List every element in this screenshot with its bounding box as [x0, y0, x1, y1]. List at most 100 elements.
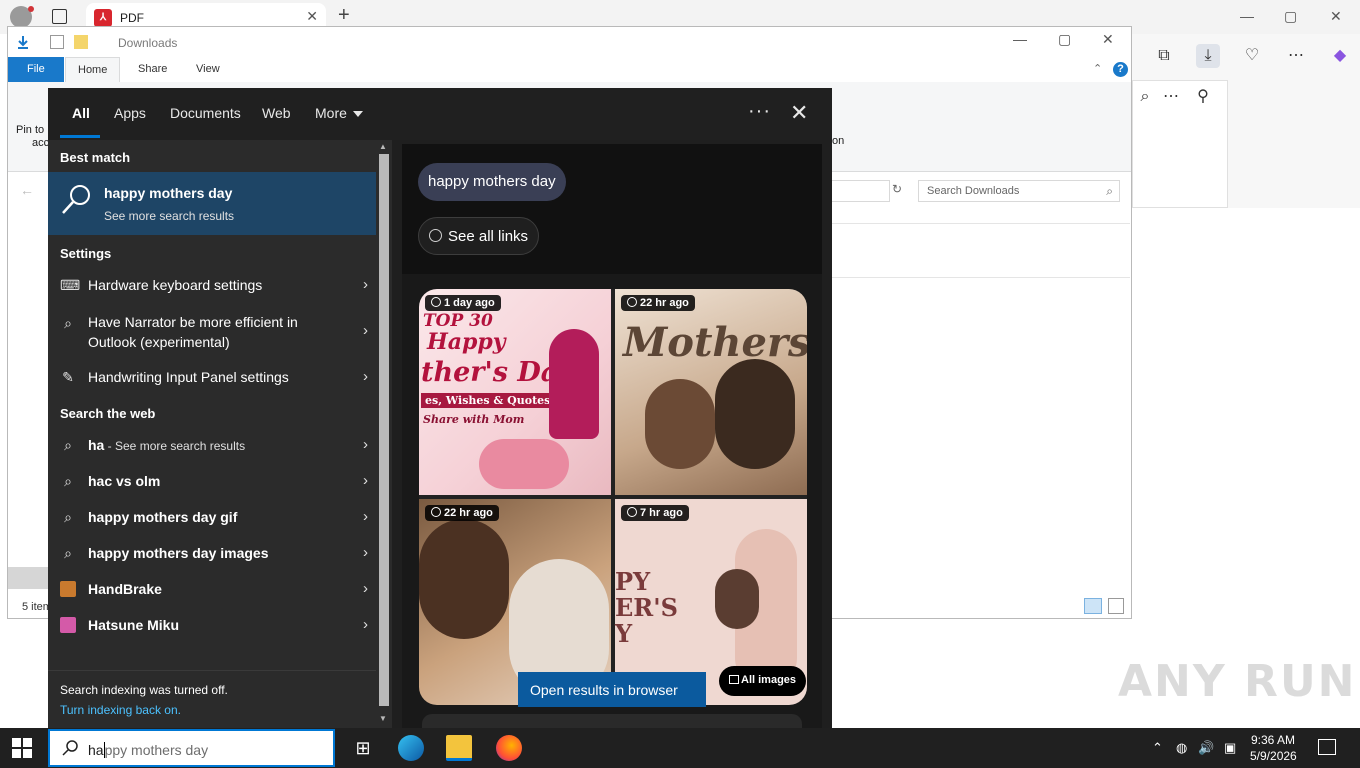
search-query: happy mothers day: [88, 742, 208, 758]
notification-center-icon[interactable]: [1318, 739, 1336, 755]
app-item-handbrake[interactable]: HandBrake ›: [48, 572, 376, 608]
ribbon-option-label: on: [832, 135, 845, 147]
edge-icon[interactable]: [398, 735, 424, 761]
scrollbar-thumb[interactable]: [379, 154, 389, 706]
time-badge: 22 hr ago: [621, 295, 695, 311]
minimize-button[interactable]: —: [1240, 8, 1254, 24]
flowers-shape: [479, 439, 569, 489]
search-icon[interactable]: ⌕: [1133, 85, 1157, 109]
pdf-icon: ⅄: [94, 9, 112, 27]
web-item-images[interactable]: ⌕ happy mothers day images ›: [48, 536, 376, 572]
ribbon-tab-share[interactable]: Share: [126, 57, 179, 82]
tab-more[interactable]: More: [315, 105, 363, 121]
pin-icon[interactable]: ⚲: [1191, 85, 1215, 109]
all-images-button[interactable]: All images: [719, 666, 807, 696]
indexing-notice: Search indexing was turned off. Turn ind…: [48, 670, 376, 728]
app-item-hatsune-miku[interactable]: Hatsune Miku ›: [48, 608, 376, 644]
time-badge-label: 7 hr ago: [640, 507, 683, 519]
close-button[interactable]: ✕: [1330, 8, 1342, 25]
image-text-line: Y: [615, 619, 633, 648]
horizontal-scrollbar[interactable]: [8, 567, 53, 589]
more-icon[interactable]: ⋯: [1159, 85, 1183, 109]
open-results-in-browser-button[interactable]: Open results in browser: [518, 672, 706, 707]
keyboard-icon: ⌨: [60, 277, 81, 293]
new-tab-button[interactable]: +: [338, 4, 350, 27]
tab-apps[interactable]: Apps: [114, 105, 146, 121]
web-item-hac-vs-olm[interactable]: ⌕ hac vs olm ›: [48, 464, 376, 500]
web-item-gif[interactable]: ⌕ happy mothers day gif ›: [48, 500, 376, 536]
tab-actions-icon[interactable]: [52, 9, 67, 24]
search-web-header: Search the web: [60, 406, 156, 421]
time-badge: 1 day ago: [425, 295, 501, 311]
network-icon[interactable]: ▣: [1224, 740, 1236, 756]
see-all-links-chip[interactable]: See all links: [418, 217, 540, 255]
properties-icon[interactable]: [50, 35, 64, 49]
image-results-grid: TOP 30 Happy ther's Day es, Wishes & Quo…: [419, 289, 807, 705]
new-folder-icon[interactable]: [74, 35, 88, 49]
taskbar-search-input[interactable]: happy mothers day: [48, 729, 335, 767]
task-view-icon[interactable]: ⊞: [350, 735, 376, 761]
web-item-label: ha - See more search results: [88, 437, 245, 453]
indexing-notice-text: Search indexing was turned off.: [60, 683, 228, 697]
start-button[interactable]: [12, 738, 32, 758]
close-search-button[interactable]: ✕: [790, 100, 808, 126]
clock-icon: [431, 507, 441, 517]
explorer-close[interactable]: ✕: [1102, 31, 1114, 48]
image-result[interactable]: Mothers 22 hr ago: [615, 289, 807, 495]
list-item-narrator[interactable]: ⌕ Have Narrator be more efficient in Out…: [48, 306, 376, 354]
best-match-item[interactable]: happy mothers day See more search result…: [48, 172, 376, 235]
query-chip[interactable]: happy mothers day: [418, 163, 566, 201]
tab-all[interactable]: All: [72, 105, 90, 121]
restore-button[interactable]: ▢: [1284, 8, 1297, 25]
large-icons-view-icon[interactable]: [1108, 598, 1124, 614]
search-downloads-input[interactable]: Search Downloads ⌕: [918, 180, 1120, 202]
system-clock[interactable]: 9:36 AM 5/9/2026: [1250, 732, 1297, 764]
volume-icon[interactable]: 🔊: [1198, 740, 1214, 756]
file-explorer-icon[interactable]: [446, 735, 472, 761]
ribbon-tab-file[interactable]: File: [8, 57, 64, 82]
scroll-up-icon[interactable]: ▲: [379, 142, 387, 151]
back-icon[interactable]: ←: [20, 182, 34, 198]
web-item-ha[interactable]: ⌕ ha - See more search results ›: [48, 428, 376, 464]
refresh-icon[interactable]: ↻: [892, 182, 902, 196]
search-icon: [62, 740, 78, 756]
explorer-minimize[interactable]: —: [1013, 31, 1027, 47]
list-item-handwriting[interactable]: ✎ Handwriting Input Panel settings ›: [48, 360, 376, 396]
details-view-icon[interactable]: [1084, 598, 1102, 614]
ribbon-tabs: File Home Share View ⌃ ?: [8, 57, 1131, 82]
tab-close-button[interactable]: ✕: [306, 8, 318, 25]
camera-icon[interactable]: ◍: [1176, 740, 1187, 756]
ribbon-tab-home[interactable]: Home: [65, 57, 121, 82]
address-bar[interactable]: [830, 180, 890, 202]
scroll-down-icon[interactable]: ▼: [379, 714, 387, 723]
firefox-icon[interactable]: [496, 735, 522, 761]
person-shape: [645, 379, 715, 469]
turn-indexing-on-link[interactable]: Turn indexing back on.: [60, 703, 181, 717]
clock-time: 9:36 AM: [1250, 733, 1296, 747]
pin-to-quick-access[interactable]: Pin to: [16, 124, 44, 136]
best-match-subtitle: See more search results: [104, 209, 235, 223]
active-tab-indicator: [60, 135, 100, 138]
chevron-up-icon[interactable]: ⌃: [1152, 740, 1163, 756]
image-result[interactable]: TOP 30 Happy ther's Day es, Wishes & Quo…: [419, 289, 611, 495]
copilot-icon[interactable]: ◆: [1328, 44, 1352, 68]
more-icon[interactable]: ⋯: [1284, 44, 1308, 68]
heart-pulse-icon[interactable]: ♡: [1240, 44, 1264, 68]
image-text-line: es, Wishes & Quotes: [421, 393, 555, 408]
chevron-right-icon: ›: [363, 544, 368, 561]
download-icon[interactable]: ⤓: [1196, 44, 1220, 68]
list-item-keyboard-settings[interactable]: ⌨ Hardware keyboard settings ›: [48, 268, 376, 304]
ribbon-collapse-icon[interactable]: ⌃: [1093, 62, 1102, 75]
chevron-down-icon: [352, 111, 363, 118]
explorer-maximize[interactable]: ▢: [1058, 31, 1071, 48]
tab-icon[interactable]: ⧉: [1152, 44, 1176, 68]
ribbon-tab-view[interactable]: View: [184, 57, 232, 82]
tab-web[interactable]: Web: [262, 105, 291, 121]
chevron-right-icon: ›: [363, 276, 368, 293]
more-options-icon[interactable]: ···: [748, 100, 771, 123]
clock-icon: [431, 297, 441, 307]
help-icon[interactable]: ?: [1113, 62, 1128, 77]
see-all-links-label: See all links: [448, 228, 529, 245]
tab-documents[interactable]: Documents: [170, 105, 241, 121]
images-icon: [729, 675, 739, 684]
